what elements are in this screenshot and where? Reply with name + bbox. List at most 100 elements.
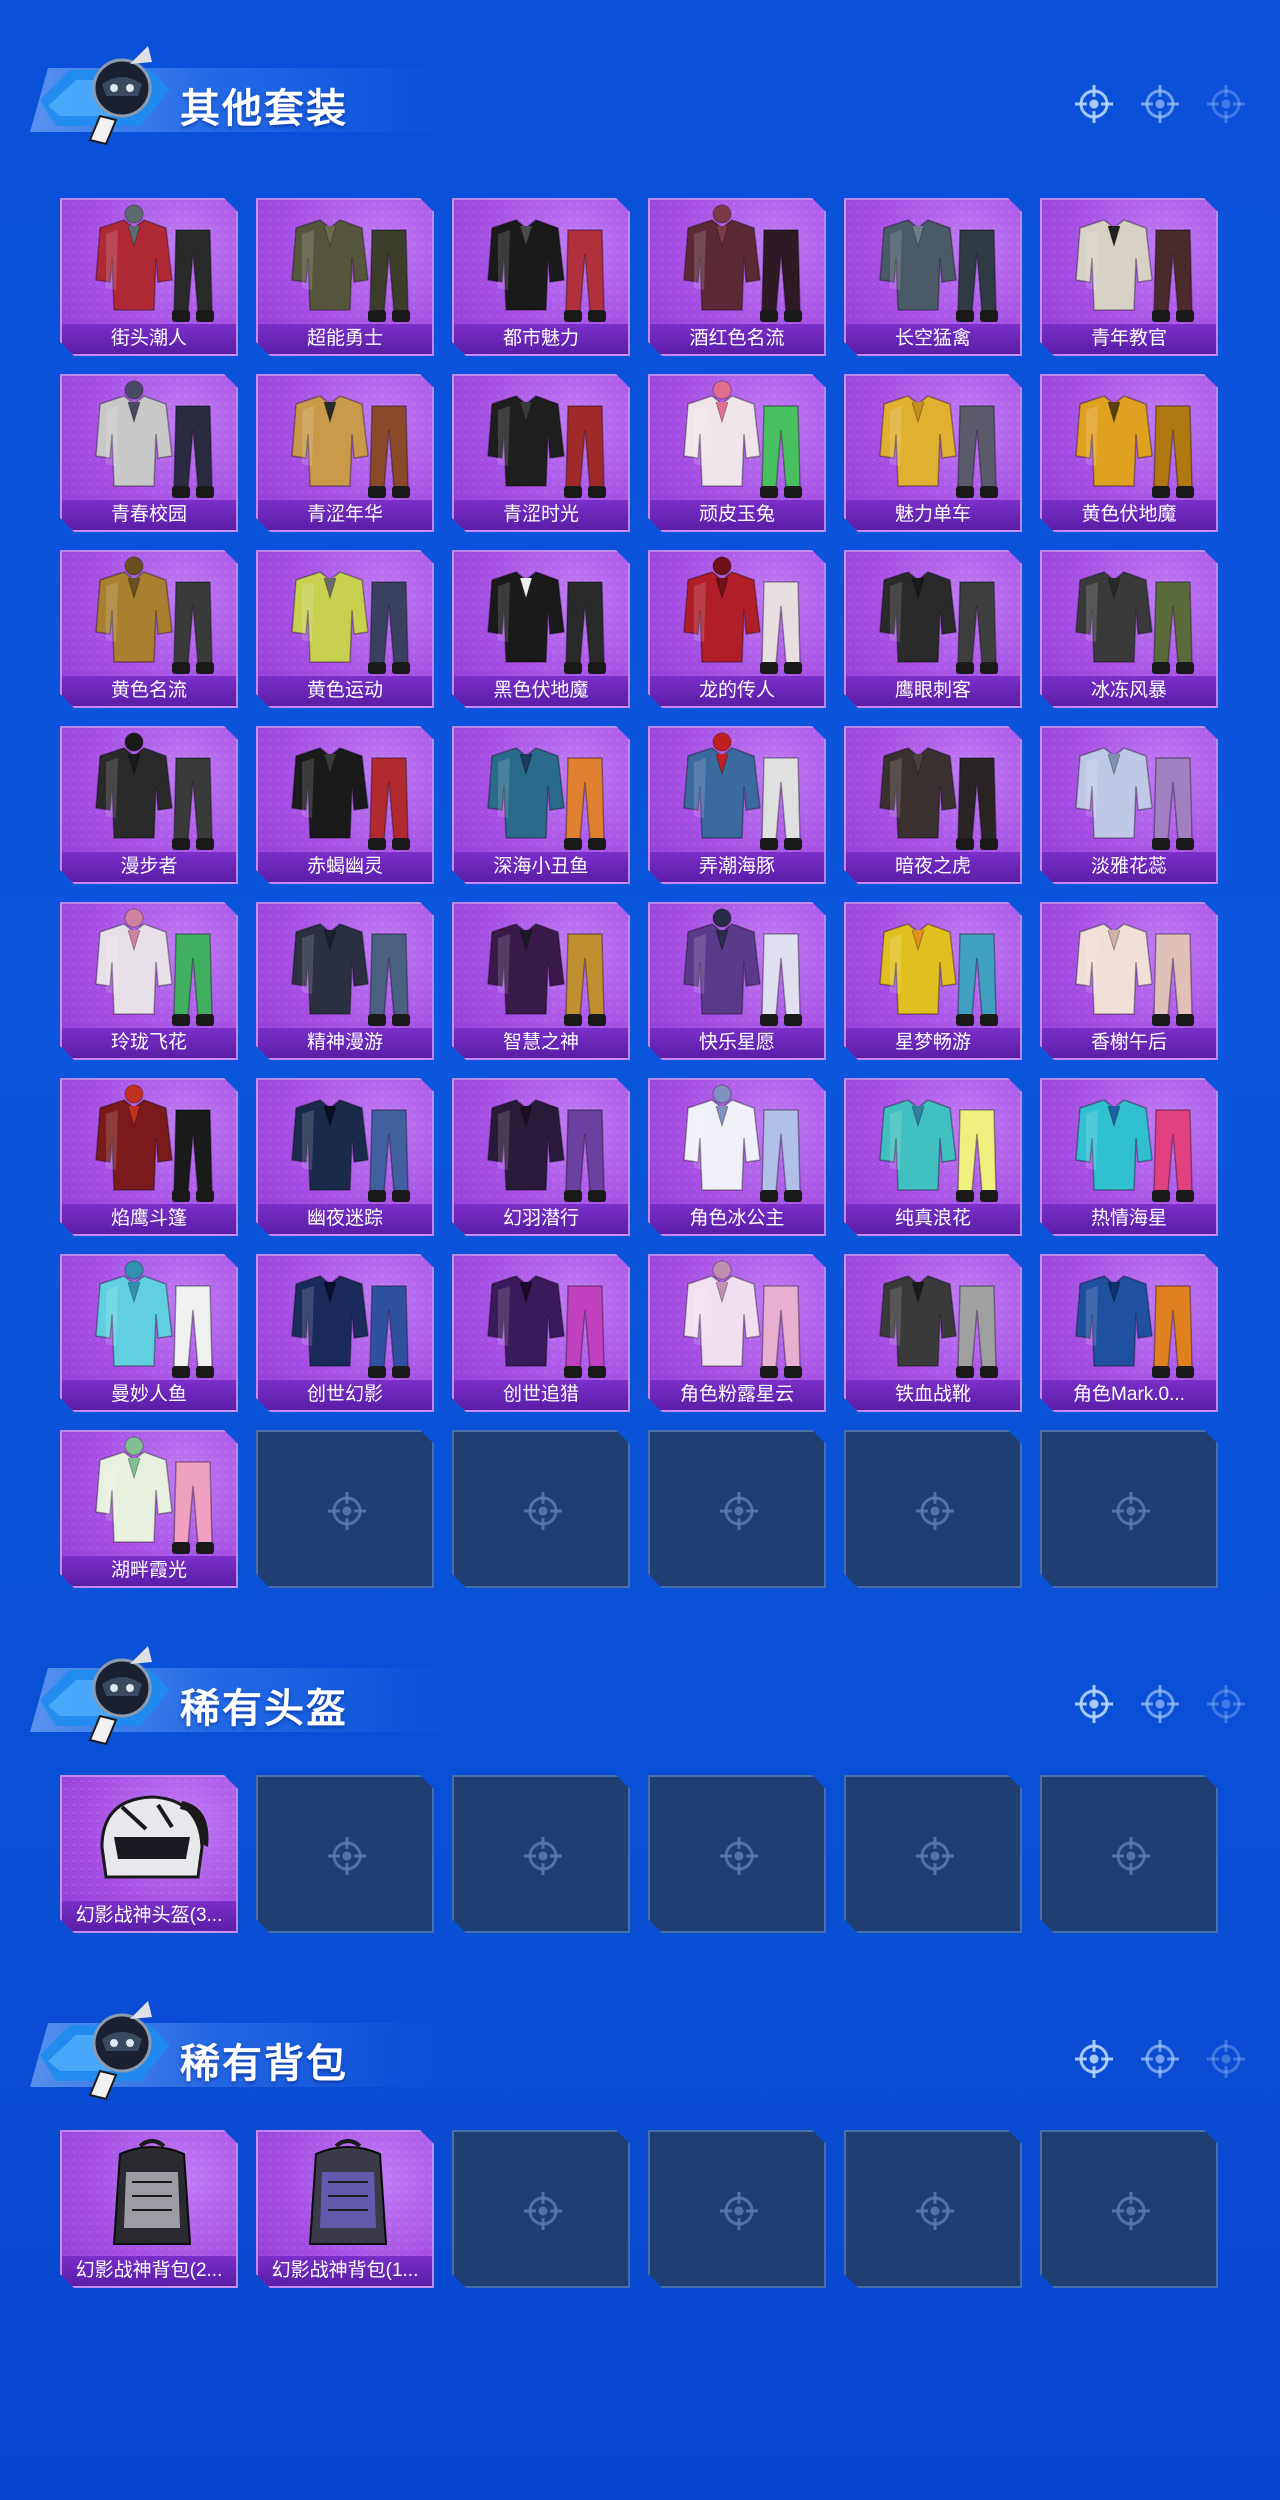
empty-slot (452, 2130, 630, 2288)
outfit-image (879, 219, 998, 322)
item-label: 曼妙人鱼 (62, 1380, 236, 1410)
outfit-image (291, 219, 410, 322)
item-card[interactable]: 幻影战神背包(2... (60, 2130, 238, 2288)
item-label: 黄色伏地魔 (1042, 500, 1216, 530)
item-card[interactable]: 都市魅力 (452, 198, 630, 356)
section-header: 稀有头盔 (0, 1640, 1280, 1750)
item-label: 幻影战神头盔(3... (62, 1901, 236, 1931)
item-card[interactable]: 曼妙人鱼 (60, 1254, 238, 1412)
outfit-image (487, 395, 606, 498)
outfit-image (95, 204, 214, 322)
item-card[interactable]: 鹰眼刺客 (844, 550, 1022, 708)
item-label: 淡雅花蕊 (1042, 852, 1216, 882)
item-label: 漫步者 (62, 852, 236, 882)
item-card[interactable]: 青年教官 (1040, 198, 1218, 356)
item-card[interactable]: 幻羽潜行 (452, 1078, 630, 1236)
item-card[interactable]: 赤蝎幽灵 (256, 726, 434, 884)
crosshair-icon (1202, 2035, 1250, 2083)
item-label: 角色粉露星云 (650, 1380, 824, 1410)
item-label: 角色Mark.0... (1042, 1380, 1216, 1410)
crosshair-icon (524, 2192, 562, 2230)
item-label: 香榭午后 (1042, 1028, 1216, 1058)
item-card[interactable]: 玲珑飞花 (60, 902, 238, 1060)
item-card[interactable]: 焰鹰斗篷 (60, 1078, 238, 1236)
item-card[interactable]: 青涩年华 (256, 374, 434, 532)
outfit-image (879, 747, 998, 850)
item-card[interactable]: 超能勇士 (256, 198, 434, 356)
helmet-image (100, 1795, 209, 1879)
item-label: 黑色伏地魔 (454, 676, 628, 706)
item-card[interactable]: 黄色运动 (256, 550, 434, 708)
item-card[interactable]: 创世追猎 (452, 1254, 630, 1412)
item-label: 暗夜之虎 (846, 852, 1020, 882)
item-card[interactable]: 角色Mark.0... (1040, 1254, 1218, 1412)
item-card[interactable]: 长空猛禽 (844, 198, 1022, 356)
item-card[interactable]: 快乐星愿 (648, 902, 826, 1060)
item-card[interactable]: 角色冰公主 (648, 1078, 826, 1236)
item-card[interactable]: 深海小丑鱼 (452, 726, 630, 884)
item-card[interactable]: 龙的传人 (648, 550, 826, 708)
item-card[interactable]: 酒红色名流 (648, 198, 826, 356)
outfit-image (487, 219, 606, 322)
empty-slot (648, 1430, 826, 1588)
item-card[interactable]: 青涩时光 (452, 374, 630, 532)
empty-slot (1040, 1775, 1218, 1933)
item-card[interactable]: 黑色伏地魔 (452, 550, 630, 708)
item-card[interactable]: 淡雅花蕊 (1040, 726, 1218, 884)
item-card[interactable]: 黄色名流 (60, 550, 238, 708)
item-card[interactable]: 幻影战神背包(1... (256, 2130, 434, 2288)
section-2: 稀有背包幻影战神背包(2... 幻影战神背包(1... (0, 1995, 1280, 2288)
outfit-image (683, 556, 802, 674)
outfit-image (1075, 219, 1194, 322)
section-title: 稀有背包 (180, 2042, 348, 2086)
item-card[interactable]: 纯真浪花 (844, 1078, 1022, 1236)
section-header: 稀有背包 (0, 1995, 1280, 2105)
item-card[interactable]: 精神漫游 (256, 902, 434, 1060)
empty-slot (452, 1775, 630, 1933)
item-card[interactable]: 智慧之神 (452, 902, 630, 1060)
item-card[interactable]: 漫步者 (60, 726, 238, 884)
item-card[interactable]: 星梦畅游 (844, 902, 1022, 1060)
section-title: 稀有头盔 (180, 1687, 348, 1731)
item-card[interactable]: 香榭午后 (1040, 902, 1218, 1060)
crosshair-decoration (1070, 2035, 1250, 2083)
item-label: 纯真浪花 (846, 1204, 1020, 1234)
outfit-image (683, 204, 802, 322)
outfit-image (879, 395, 998, 498)
item-card[interactable]: 湖畔霞光 (60, 1430, 238, 1588)
item-card[interactable]: 幻影战神头盔(3... (60, 1775, 238, 1933)
item-card[interactable]: 铁血战靴 (844, 1254, 1022, 1412)
item-card[interactable]: 角色粉露星云 (648, 1254, 826, 1412)
outfit-image (95, 1084, 214, 1202)
item-card[interactable]: 魅力单车 (844, 374, 1022, 532)
item-label: 幻影战神背包(2... (62, 2256, 236, 2286)
item-card[interactable]: 弄潮海豚 (648, 726, 826, 884)
item-card[interactable]: 顽皮玉兔 (648, 374, 826, 532)
outfit-image (879, 571, 998, 674)
outfit-image (683, 732, 802, 850)
item-card[interactable]: 幽夜迷踪 (256, 1078, 434, 1236)
item-label: 赤蝎幽灵 (258, 852, 432, 882)
crosshair-icon (1112, 1837, 1150, 1875)
item-card[interactable]: 创世幻影 (256, 1254, 434, 1412)
item-card[interactable]: 暗夜之虎 (844, 726, 1022, 884)
item-card[interactable]: 黄色伏地魔 (1040, 374, 1218, 532)
item-label: 青涩年华 (258, 500, 432, 530)
item-label: 幽夜迷踪 (258, 1204, 432, 1234)
crosshair-icon (328, 1492, 366, 1530)
outfit-image (291, 395, 410, 498)
outfit-image (487, 747, 606, 850)
item-label: 湖畔霞光 (62, 1556, 236, 1586)
item-grid: 街头潮人 超能勇士 都市魅力 酒红色名流 长空猛禽 青年教官青春校园 青涩年华 青涩时光 顽皮玉… (60, 198, 1218, 1588)
outfit-image (879, 1099, 998, 1202)
crosshair-icon (1136, 1680, 1184, 1728)
item-label: 热情海星 (1042, 1204, 1216, 1234)
outfit-image (95, 380, 214, 498)
outfit-image (95, 1260, 214, 1378)
item-card[interactable]: 街头潮人 (60, 198, 238, 356)
item-card[interactable]: 青春校园 (60, 374, 238, 532)
item-card[interactable]: 冰冻风暴 (1040, 550, 1218, 708)
item-label: 冰冻风暴 (1042, 676, 1216, 706)
outfit-image (291, 1275, 410, 1378)
item-card[interactable]: 热情海星 (1040, 1078, 1218, 1236)
